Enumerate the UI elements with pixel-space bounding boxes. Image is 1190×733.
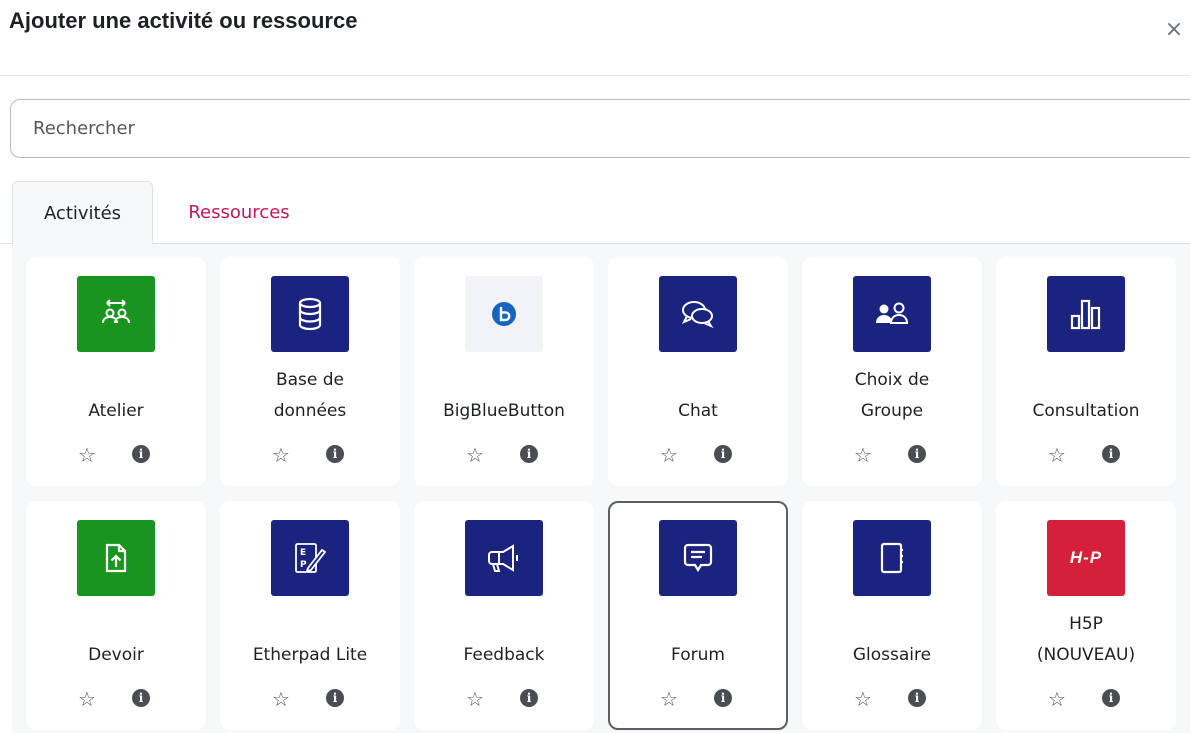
activity-card[interactable]: Choix de Groupe ☆ i [802,257,982,486]
workshop-icon [77,276,155,352]
star-icon[interactable]: ☆ [852,688,874,710]
star-icon[interactable]: ☆ [852,444,874,466]
activity-name-text: H5P (NOUVEAU) [1036,614,1136,665]
info-icon[interactable]: i [908,445,926,463]
info-icon[interactable]: i [520,445,538,463]
group-choice-icon [853,276,931,352]
tab-activities[interactable]: Activités [12,181,153,245]
modal-header: Ajouter une activité ou ressource × [0,0,1190,76]
star-icon[interactable]: ☆ [76,444,98,466]
search-input[interactable] [10,99,1190,158]
activity-name: BigBlueButton [443,401,565,421]
info-icon[interactable]: i [1102,445,1120,463]
activity-card[interactable]: H-P H5P (NOUVEAU) ☆ i [996,501,1176,730]
activity-name: Choix de Groupe [802,357,982,427]
megaphone-icon [465,520,543,596]
activity-card[interactable]: Consultation ☆ i [996,257,1176,486]
activity-name: Forum [671,645,725,665]
activity-name: Feedback [463,645,545,665]
activity-name: Devoir [88,645,144,665]
activity-card[interactable]: Devoir ☆ i [26,501,206,730]
h5p-badge-text: H-P [1069,548,1103,567]
star-icon[interactable]: ☆ [1046,444,1068,466]
glossary-book-icon [853,520,931,596]
svg-text:E: E [300,548,306,558]
activity-name: Glossaire [852,645,932,665]
activity-name-text: Choix de Groupe [854,370,930,421]
info-icon[interactable]: i [132,445,150,463]
star-icon[interactable]: ☆ [270,688,292,710]
activity-card[interactable]: Feedback ☆ i [414,501,594,730]
etherpad-icon: E P [271,520,349,596]
activity-name-text: Base de données [273,370,347,421]
info-icon[interactable]: i [714,445,732,463]
activity-card[interactable]: E P Etherpad Lite ☆ i [220,501,400,730]
star-icon[interactable]: ☆ [658,444,680,466]
star-icon[interactable]: ☆ [464,444,486,466]
bigbluebutton-icon [465,276,543,352]
info-icon[interactable]: i [132,689,150,707]
svg-text:P: P [300,560,307,570]
assignment-upload-icon [77,520,155,596]
info-icon[interactable]: i [520,689,538,707]
activity-name: Base de données [220,357,400,427]
star-icon[interactable]: ☆ [270,444,292,466]
survey-chart-icon [1047,276,1125,352]
activity-name: Chat [678,401,718,421]
add-activity-modal: Ajouter une activité ou ressource × Acti… [0,0,1190,733]
activity-card[interactable]: Atelier ☆ i [26,257,206,486]
activity-card[interactable]: Forum ☆ i [608,501,788,730]
star-icon[interactable]: ☆ [658,688,680,710]
info-icon[interactable]: i [1102,689,1120,707]
star-icon[interactable]: ☆ [76,688,98,710]
activity-grid: Atelier ☆ i Base de données ☆ i BigBlueButto… [12,244,1190,733]
info-icon[interactable]: i [908,689,926,707]
activity-card[interactable]: BigBlueButton ☆ i [414,257,594,486]
activity-card[interactable]: Base de données ☆ i [220,257,400,486]
activity-card[interactable]: Chat ☆ i [608,257,788,486]
info-icon[interactable]: i [326,445,344,463]
database-icon [271,276,349,352]
chat-icon [659,276,737,352]
star-icon[interactable]: ☆ [464,688,486,710]
activity-name: Atelier [88,401,144,421]
info-icon[interactable]: i [326,689,344,707]
tab-resources[interactable]: Ressources [164,181,314,244]
activity-name: H5P (NOUVEAU) [996,601,1176,671]
close-button[interactable]: × [1162,18,1186,42]
modal-title: Ajouter une activité ou ressource [9,8,358,33]
activity-name: Consultation [1032,401,1140,421]
activity-card[interactable]: Glossaire ☆ i [802,501,982,730]
info-icon[interactable]: i [714,689,732,707]
activity-name: Etherpad Lite [252,645,368,665]
h5p-icon: H-P [1047,520,1125,596]
tab-bar: Activités Ressources [0,181,1190,245]
star-icon[interactable]: ☆ [1046,688,1068,710]
forum-icon [659,520,737,596]
